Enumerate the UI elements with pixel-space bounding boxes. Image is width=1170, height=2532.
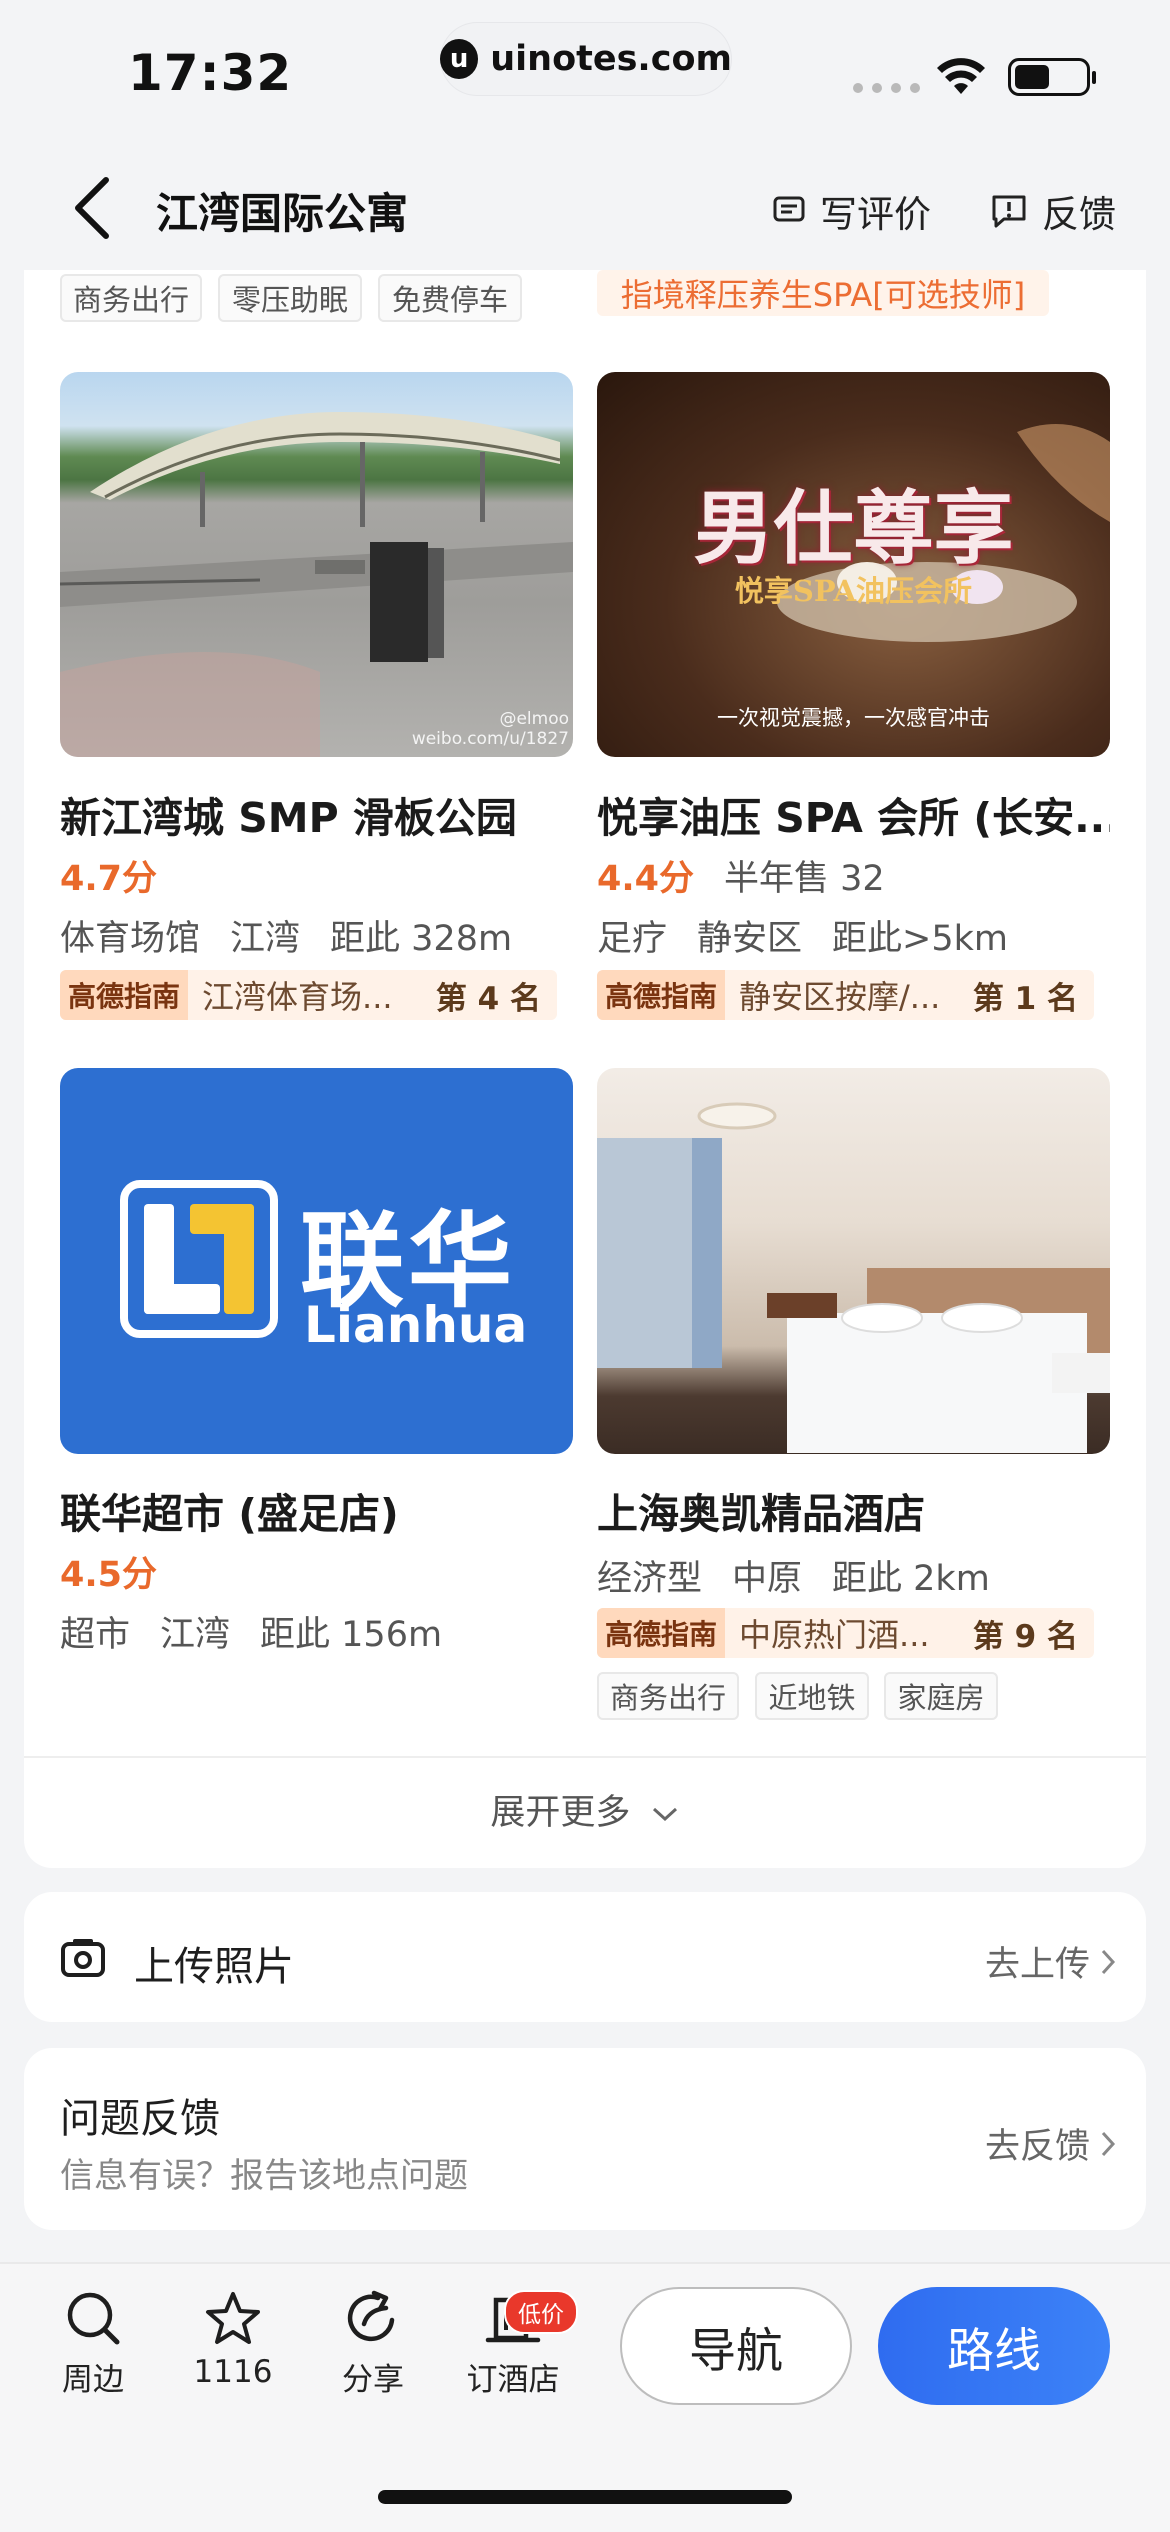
ranking-badge[interactable]: 高德指南 江湾体育场... 第 4 名 (60, 970, 557, 1020)
watermark-line: weibo.com/u/1827 (411, 729, 569, 749)
tab-favorite[interactable]: 1116 (178, 2290, 288, 2390)
place-photo-skate-park[interactable]: @elmoo weibo.com/u/1827 (60, 372, 573, 757)
tag: 免费停车 (378, 274, 522, 322)
place-meta: 超市 江湾 距此 156m (60, 1615, 443, 1655)
url-text: uinotes.com (490, 39, 732, 79)
feedback-icon (992, 195, 1026, 228)
place-meta: 体育场馆 江湾 距此 328m (60, 919, 513, 959)
search-icon (67, 2292, 120, 2345)
place-name[interactable]: 联华超市 (盛足店) (60, 1480, 399, 1540)
tab-label: 周边 (62, 2362, 124, 2398)
tag: 零压助眠 (218, 274, 362, 322)
place-meta: 经济型 中原 距此 2km (597, 1559, 990, 1599)
feedback-label: 反馈 (1042, 193, 1116, 236)
back-arrow-icon[interactable] (68, 176, 118, 240)
low-price-badge: 低价 (504, 2290, 578, 2334)
ranking-number: 第 4 名 (435, 980, 541, 1017)
ranking-number: 第 1 名 (972, 980, 1078, 1017)
write-review-button[interactable]: 写评价 (772, 184, 931, 238)
navigate-button[interactable]: 导航 (620, 2287, 852, 2405)
place-meta: 足疗 静安区 距此>5km (597, 919, 1008, 959)
tab-label: 订酒店 (466, 2362, 560, 2398)
problem-feedback-row[interactable]: 问题反馈 信息有误？报告该地点问题 去反馈 (24, 2048, 1146, 2230)
place-photo-hotel[interactable] (597, 1068, 1110, 1454)
upload-photo-row[interactable]: 上传照片 去上传 (24, 1892, 1146, 2022)
tab-label: 1116 (193, 2354, 273, 2390)
place-sales: 半年售 32 (724, 859, 885, 899)
expand-more-label: 展开更多 (490, 1793, 631, 1833)
write-review-label: 写评价 (820, 193, 931, 236)
feedback-button[interactable]: 反馈 (990, 184, 1116, 238)
watermark-line: @elmoo (499, 709, 569, 729)
tag: 商务出行 (597, 1672, 739, 1720)
page-title: 江湾国际公寓 (156, 189, 409, 238)
ranking-badge[interactable]: 高德指南 中原热门酒... 第 9 名 (597, 1608, 1094, 1658)
place-name[interactable]: 上海奥凯精品酒店 (597, 1480, 925, 1540)
battery-icon (1008, 58, 1096, 96)
problem-feedback-sub: 信息有误？报告该地点问题 (60, 2156, 468, 2196)
problem-feedback-label: 问题反馈 (60, 2096, 220, 2142)
home-indicator (378, 2490, 792, 2504)
ranking-number: 第 9 名 (972, 1618, 1078, 1655)
place-score: 4.7分 (60, 859, 158, 899)
ranking-badge[interactable]: 高德指南 静安区按摩/... 第 1 名 (597, 970, 1094, 1020)
signal-dots-icon (853, 83, 920, 93)
wifi-icon (937, 58, 985, 94)
spa-image-subtitle: 悦享SPA油压会所 (734, 574, 973, 608)
place-name[interactable]: 悦享油压 SPA 会所 (长安... (597, 784, 1110, 844)
ranking-text: 静安区按摩/... (739, 978, 941, 1016)
hotel-room-image (597, 1102, 1110, 1453)
chevron-down-icon (652, 1807, 677, 1822)
tab-label: 分享 (342, 2362, 404, 2398)
chevron-right-icon (1101, 2131, 1116, 2156)
guide-label: 高德指南 (597, 1608, 726, 1658)
place-name[interactable]: 新江湾城 SMP 滑板公园 (60, 784, 517, 844)
guide-label: 高德指南 (60, 970, 189, 1020)
divider (24, 1756, 1146, 1758)
site-logo-icon: u (440, 39, 479, 79)
tab-nearby[interactable]: 周边 (38, 2290, 148, 2399)
place-score: 4.4分 (597, 859, 695, 899)
tab-share[interactable]: 分享 (318, 2290, 428, 2399)
place-photo-lianhua[interactable]: 联华 Lianhua (60, 1068, 573, 1454)
review-icon (773, 196, 805, 222)
lianhua-logo-icon (120, 1180, 278, 1338)
tag: 近地铁 (755, 1672, 869, 1720)
camera-icon (61, 1939, 105, 1977)
go-feedback-label: 去反馈 (984, 2127, 1090, 2167)
skate-park-image (60, 412, 573, 757)
go-upload-link[interactable]: 去上传 (985, 1936, 1116, 1987)
go-feedback-link[interactable]: 去反馈 (985, 2118, 1116, 2169)
place-score: 4.5分 (60, 1555, 158, 1595)
ranking-text: 中原热门酒... (739, 1616, 930, 1654)
upload-photo-label: 上传照片 (134, 1944, 294, 1990)
tag: 商务出行 (60, 274, 202, 322)
url-pill[interactable]: u uinotes.com (440, 22, 732, 96)
expand-more-button[interactable]: 展开更多 (24, 1784, 1146, 1835)
lianhua-logo-en: Lianhua (304, 1296, 528, 1354)
go-upload-label: 去上传 (984, 1945, 1090, 1985)
chevron-right-icon (1101, 1949, 1116, 1974)
tag: 家庭房 (884, 1672, 998, 1720)
share-icon (347, 2290, 395, 2342)
star-icon (206, 2292, 260, 2344)
spa-image-caption: 一次视觉震撼，一次感官冲击 (717, 706, 990, 730)
tag-spa-service: 指境释压养生SPA[可选技师] (597, 270, 1049, 316)
place-photo-spa[interactable]: 男仕尊享 悦享SPA油压会所 一次视觉震撼，一次感官冲击 (597, 372, 1110, 757)
status-time: 17:32 (128, 44, 293, 102)
spa-image-headline: 男仕尊享 (693, 481, 1014, 575)
guide-label: 高德指南 (597, 970, 726, 1020)
ranking-text: 江湾体育场... (202, 978, 393, 1016)
place-score-row: 4.4分 半年售 32 (597, 850, 885, 901)
route-button[interactable]: 路线 (878, 2287, 1110, 2405)
